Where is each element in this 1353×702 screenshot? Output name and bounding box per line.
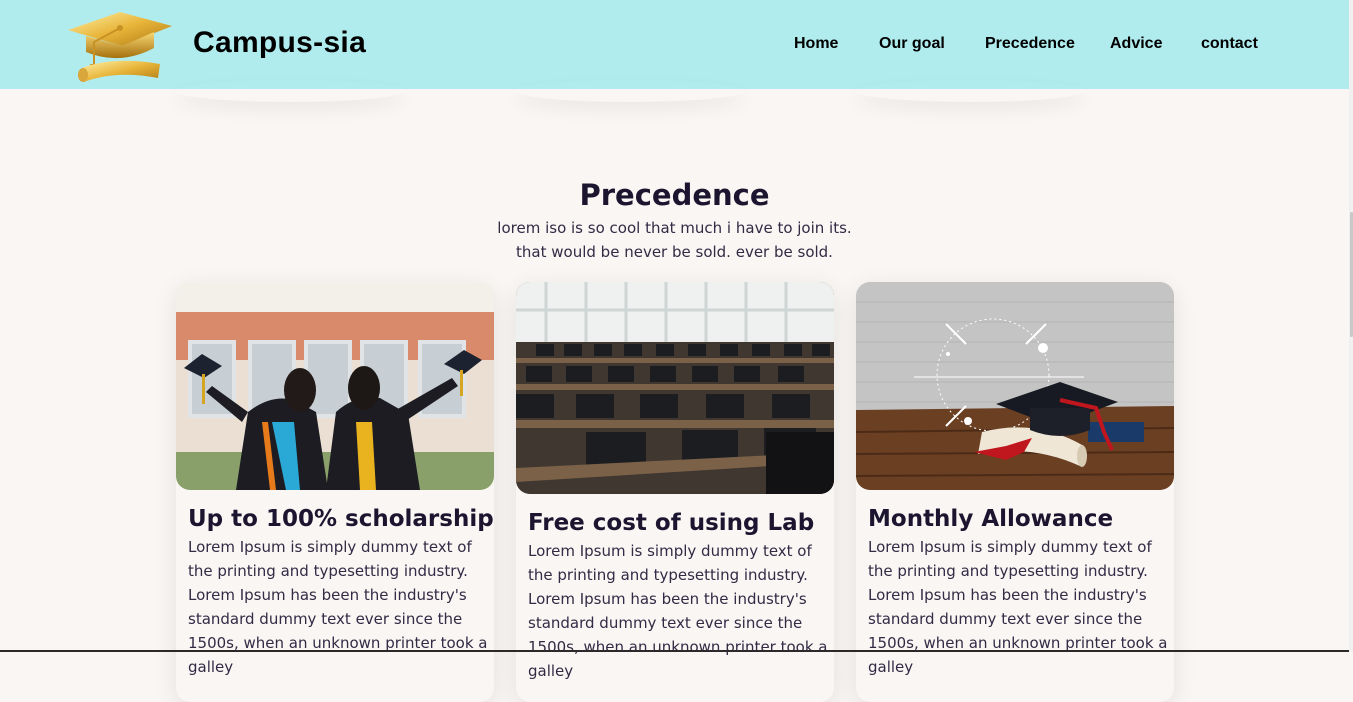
- card-text: Lorem Ipsum is simply dummy text of the …: [868, 538, 1168, 676]
- nav-contact[interactable]: contact: [1201, 35, 1258, 53]
- nav-our-goal[interactable]: Our goal: [879, 35, 945, 53]
- card-shadow: [515, 80, 745, 102]
- card-text: Lorem Ipsum is simply dummy text of the …: [528, 542, 828, 680]
- graduation-cap-diploma-image: [856, 282, 1174, 490]
- section-subtitle-line: that would be never be sold. ever be sol…: [516, 243, 833, 261]
- card-title: Monthly Allowance: [868, 506, 1114, 532]
- card-title: Up to 100% scholarship: [188, 506, 494, 532]
- section-subtitle-line: lorem iso is so cool that much i have to…: [497, 219, 852, 237]
- nav-precedence[interactable]: Precedence: [985, 35, 1075, 53]
- computer-lab-image: [516, 282, 834, 494]
- nav-advice[interactable]: Advice: [1110, 35, 1162, 53]
- feature-card-lab[interactable]: Free cost of using Lab Lorem Ipsum is si…: [516, 282, 834, 702]
- card-text: Lorem Ipsum is simply dummy text of the …: [188, 538, 488, 676]
- section-title: Precedence: [579, 178, 770, 212]
- card-title: Free cost of using Lab: [528, 510, 815, 536]
- card-shadow: [855, 80, 1085, 102]
- card-shadow: [175, 80, 405, 102]
- feature-card-scholarship[interactable]: Up to 100% scholarship Lorem Ipsum is si…: [176, 282, 494, 702]
- feature-card-allowance[interactable]: Monthly Allowance Lorem Ipsum is simply …: [856, 282, 1174, 702]
- brand-title[interactable]: Campus-sia: [193, 26, 366, 60]
- section-subtitle: lorem iso is so cool that much i have to…: [0, 216, 1349, 264]
- graduates-image: [176, 282, 494, 490]
- graduation-cap-logo[interactable]: [64, 8, 176, 84]
- nav-home[interactable]: Home: [794, 35, 838, 53]
- navbar: Campus-sia Home Our goal Precedence Advi…: [0, 0, 1349, 89]
